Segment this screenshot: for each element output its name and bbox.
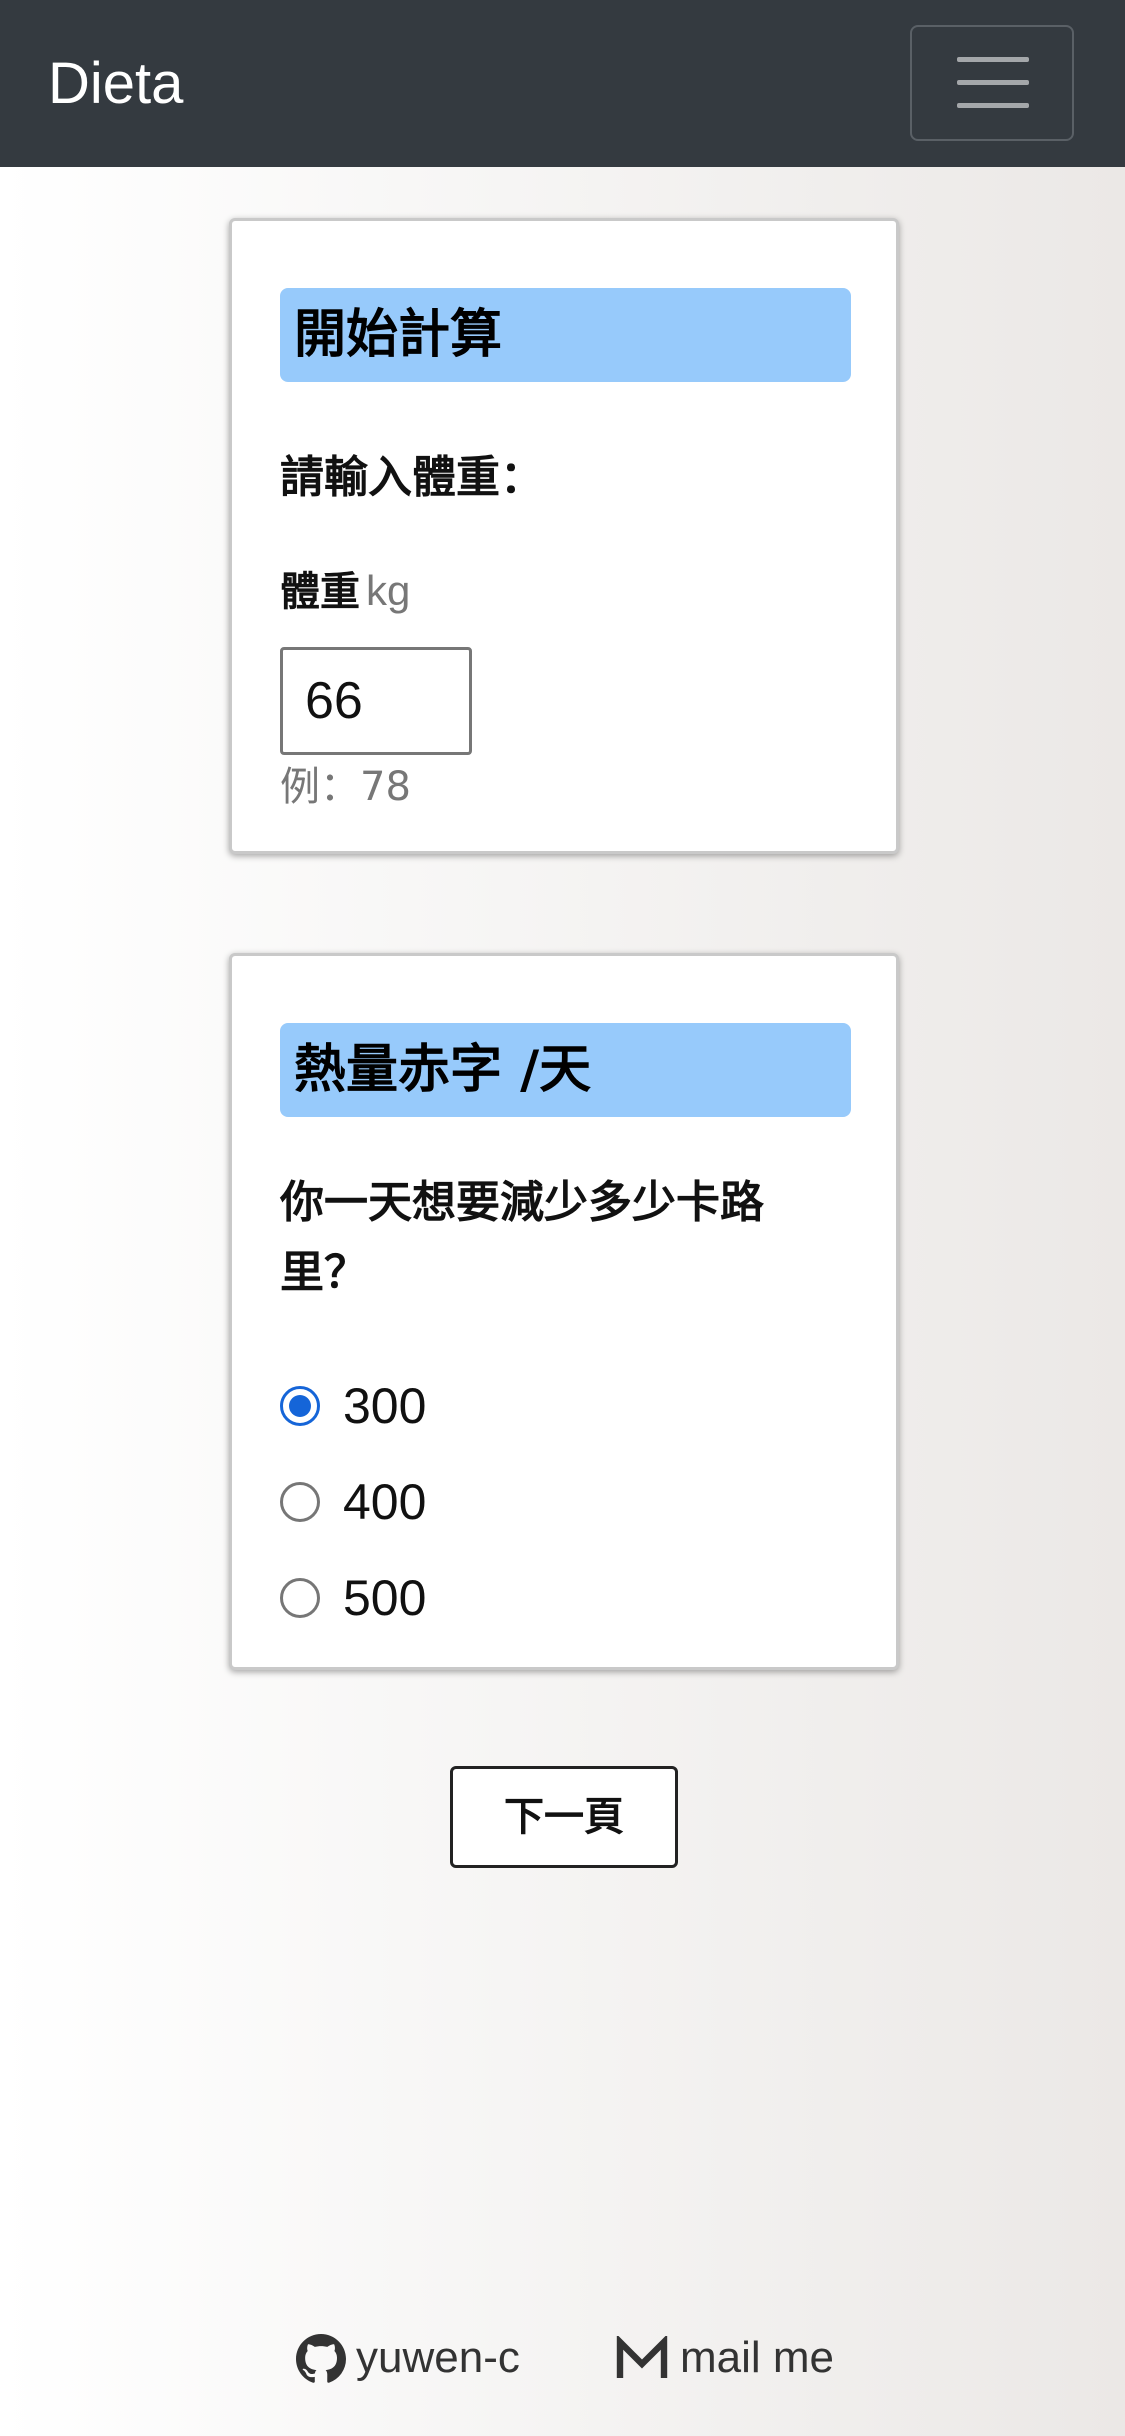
deficit-option-500[interactable]: 500 bbox=[280, 1563, 680, 1633]
deficit-card-title: 熱量赤字 /天 bbox=[280, 1023, 851, 1117]
weight-unit: kg bbox=[366, 567, 411, 614]
radio-button-selected[interactable] bbox=[280, 1386, 320, 1426]
mail-icon bbox=[616, 2336, 668, 2378]
weight-prompt: 請輸入體重： bbox=[280, 452, 544, 503]
hamburger-menu-icon-bar-2 bbox=[957, 80, 1029, 85]
navbar: Dieta bbox=[0, 0, 1125, 167]
mail-label[interactable]: mail me bbox=[680, 2328, 834, 2388]
brand-logo[interactable]: Dieta bbox=[48, 46, 183, 122]
next-page-button[interactable]: 下一頁 bbox=[450, 1766, 678, 1868]
deficit-prompt: 你一天想要減少多少卡路里？ bbox=[280, 1177, 764, 1298]
mail-link[interactable]: mail me bbox=[616, 2328, 836, 2388]
weight-field-label: 體重 kg bbox=[280, 563, 410, 620]
option-label[interactable]: 400 bbox=[343, 1467, 426, 1537]
deficit-option-400[interactable]: 400 bbox=[280, 1467, 680, 1537]
weight-input[interactable] bbox=[280, 647, 472, 755]
weight-card: 開始計算 請輸入體重： 體重kg 例：78 bbox=[229, 218, 899, 854]
github-icon bbox=[296, 2334, 346, 2383]
weight-label-text: 體重 bbox=[280, 569, 360, 615]
radio-button[interactable] bbox=[280, 1578, 320, 1618]
radio-button[interactable] bbox=[280, 1482, 320, 1522]
deficit-card: 熱量赤字 /天 你一天想要減少多少卡路里？ 300 400 500 bbox=[229, 953, 899, 1670]
menu-toggle-button[interactable] bbox=[910, 25, 1074, 141]
hamburger-menu-icon bbox=[957, 57, 1029, 62]
github-label[interactable]: yuwen-c bbox=[356, 2328, 520, 2388]
hamburger-menu-icon-bar-3 bbox=[957, 103, 1029, 108]
github-link[interactable]: yuwen-c bbox=[296, 2328, 526, 2388]
weight-hint: 例：78 bbox=[280, 764, 411, 810]
weight-card-title: 開始計算 bbox=[280, 288, 851, 382]
option-label[interactable]: 500 bbox=[343, 1563, 426, 1633]
option-label[interactable]: 300 bbox=[343, 1371, 426, 1441]
deficit-option-300[interactable]: 300 bbox=[280, 1371, 680, 1441]
